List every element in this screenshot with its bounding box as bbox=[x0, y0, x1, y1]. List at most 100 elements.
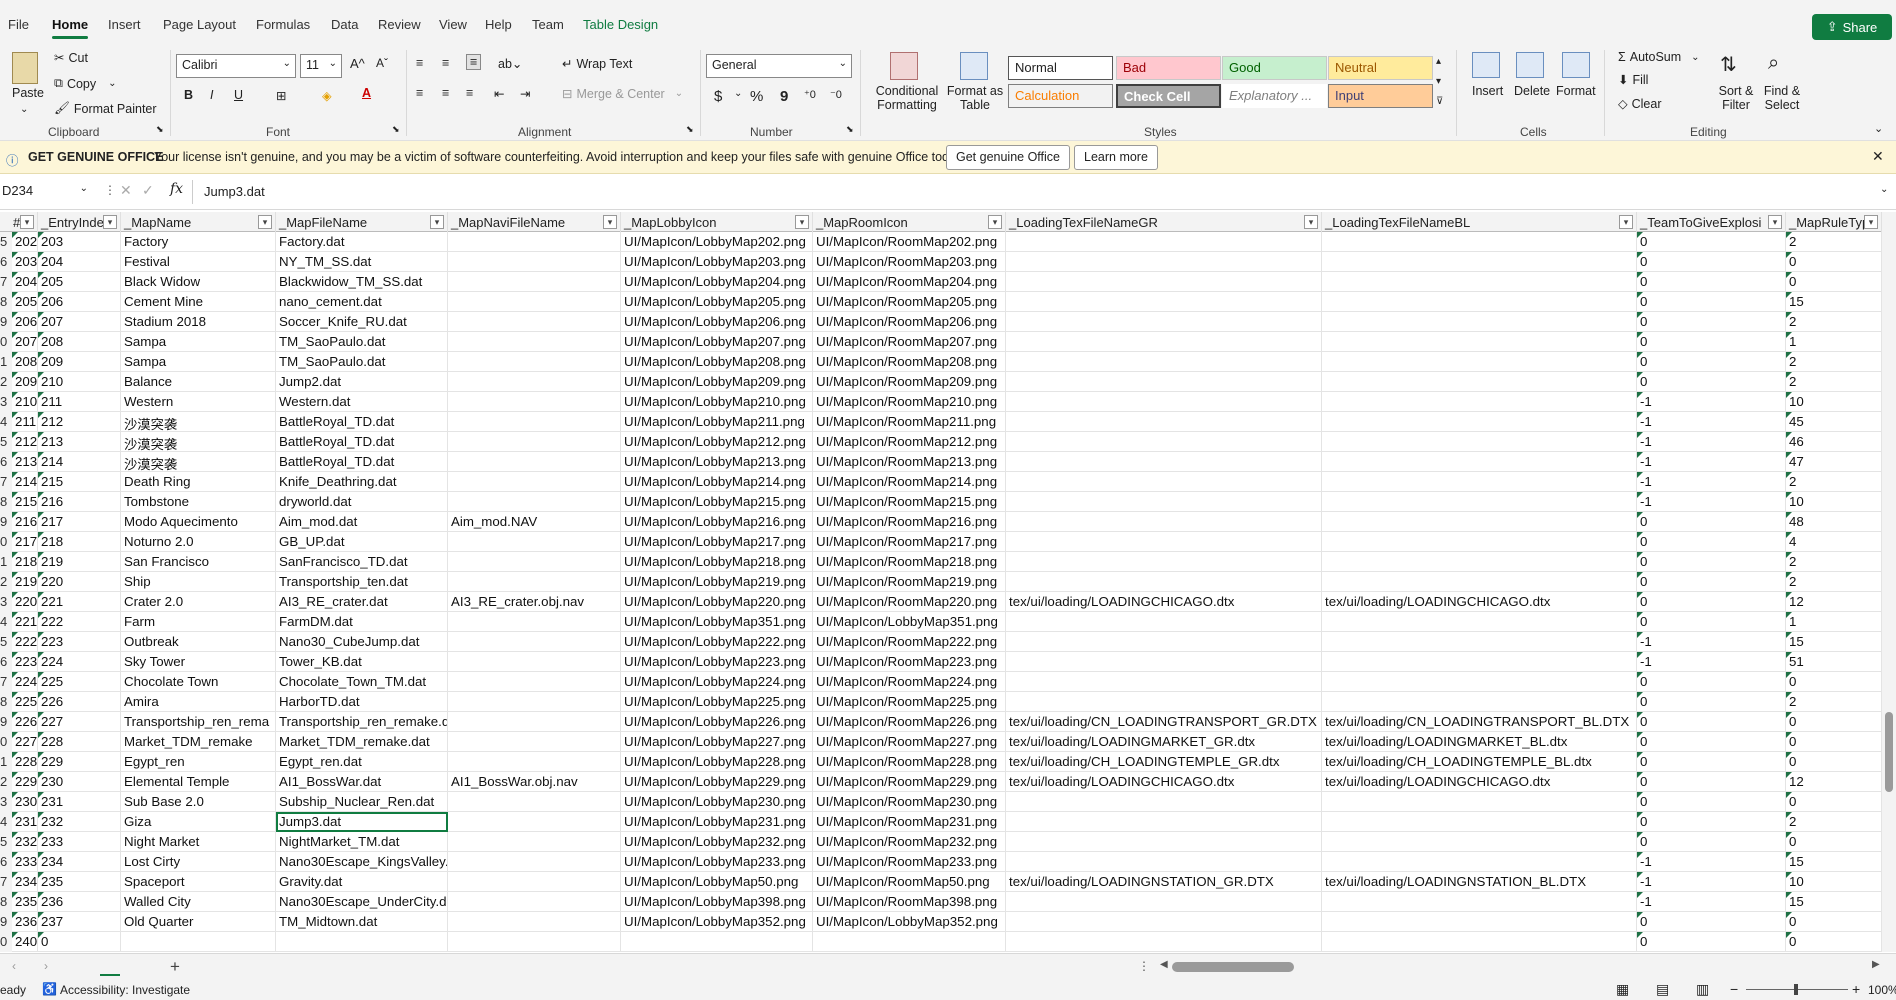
table-cell[interactable] bbox=[448, 832, 621, 852]
table-cell[interactable]: 218 bbox=[38, 532, 121, 552]
table-cell[interactable] bbox=[1006, 352, 1322, 372]
table-cell[interactable]: 227 bbox=[12, 732, 38, 752]
table-cell[interactable]: UI/MapIcon/RoomMap202.png bbox=[813, 232, 1006, 252]
table-cell[interactable] bbox=[1322, 932, 1637, 952]
table-cell[interactable]: 207 bbox=[12, 332, 38, 352]
table-cell[interactable]: Death Ring bbox=[121, 472, 276, 492]
delete-cells-button[interactable]: Delete bbox=[1514, 84, 1550, 98]
table-cell[interactable] bbox=[448, 472, 621, 492]
table-cell[interactable]: Jump3.dat bbox=[276, 812, 448, 832]
table-cell[interactable]: 205 bbox=[12, 292, 38, 312]
table-cell[interactable] bbox=[1322, 912, 1637, 932]
style-good[interactable]: Good bbox=[1222, 56, 1327, 80]
row-number[interactable]: 6 bbox=[0, 652, 12, 672]
font-color-icon[interactable]: A bbox=[362, 86, 371, 100]
table-cell[interactable]: Tower_KB.dat bbox=[276, 652, 448, 672]
tab-home[interactable]: Home bbox=[52, 17, 89, 39]
table-cell[interactable]: TM_SaoPaulo.dat bbox=[276, 352, 448, 372]
scroll-down-icon[interactable]: ▾ bbox=[1436, 76, 1441, 87]
table-cell[interactable]: UI/MapIcon/LobbyMap224.png bbox=[621, 672, 813, 692]
table-cell[interactable]: UI/MapIcon/RoomMap214.png bbox=[813, 472, 1006, 492]
table-cell[interactable] bbox=[1322, 692, 1637, 712]
table-cell[interactable] bbox=[1322, 432, 1637, 452]
table-cell[interactable]: 226 bbox=[12, 712, 38, 732]
table-cell[interactable]: -1 bbox=[1637, 392, 1786, 412]
table-cell[interactable] bbox=[1006, 812, 1322, 832]
table-cell[interactable] bbox=[448, 532, 621, 552]
align-right-icon[interactable]: ≡ bbox=[466, 86, 473, 100]
table-cell[interactable]: 219 bbox=[38, 552, 121, 572]
table-cell[interactable]: 0 bbox=[1637, 792, 1786, 812]
table-cell[interactable]: UI/MapIcon/LobbyMap226.png bbox=[621, 712, 813, 732]
table-cell[interactable]: Amira bbox=[121, 692, 276, 712]
table-cell[interactable] bbox=[448, 552, 621, 572]
comma-style-button[interactable]: 9 bbox=[780, 88, 788, 105]
get-genuine-office-button[interactable]: Get genuine Office bbox=[946, 145, 1071, 170]
table-cell[interactable]: tex/ui/loading/CN_LOADINGTRANSPORT_GR.DT… bbox=[1006, 712, 1322, 732]
table-cell[interactable]: UI/MapIcon/RoomMap219.png bbox=[813, 572, 1006, 592]
table-cell[interactable] bbox=[1322, 652, 1637, 672]
column-header[interactable]: _LoadingTexFileNameGR ▾ bbox=[1006, 212, 1322, 232]
table-cell[interactable]: 0 bbox=[1637, 752, 1786, 772]
row-number[interactable]: 5 bbox=[0, 432, 12, 452]
table-cell[interactable]: tex/ui/loading/LOADINGNSTATION_GR.DTX bbox=[1006, 872, 1322, 892]
row-number[interactable]: 7 bbox=[0, 872, 12, 892]
table-cell[interactable]: UI/MapIcon/LobbyMap50.png bbox=[621, 872, 813, 892]
table-cell[interactable]: UI/MapIcon/RoomMap205.png bbox=[813, 292, 1006, 312]
table-cell[interactable] bbox=[448, 452, 621, 472]
align-bottom-icon[interactable]: ≡ bbox=[466, 54, 482, 70]
table-cell[interactable] bbox=[1006, 392, 1322, 412]
table-cell[interactable] bbox=[1322, 572, 1637, 592]
table-cell[interactable] bbox=[1006, 252, 1322, 272]
prev-sheet-icon[interactable]: ‹ bbox=[12, 959, 16, 973]
table-cell[interactable] bbox=[448, 912, 621, 932]
table-cell[interactable]: UI/MapIcon/LobbyMap352.png bbox=[621, 912, 813, 932]
table-cell[interactable]: 0 bbox=[1637, 612, 1786, 632]
table-cell[interactable] bbox=[448, 652, 621, 672]
table-cell[interactable]: tex/ui/loading/LOADINGCHICAGO.dtx bbox=[1006, 772, 1322, 792]
table-cell[interactable]: 0 bbox=[1786, 912, 1882, 932]
table-cell[interactable] bbox=[1006, 532, 1322, 552]
table-cell[interactable] bbox=[448, 232, 621, 252]
name-box[interactable]: D234 ⌄ bbox=[0, 181, 92, 203]
row-number[interactable]: 9 bbox=[0, 712, 12, 732]
table-cell[interactable]: 211 bbox=[12, 412, 38, 432]
column-header[interactable]: _EntryInde ▾ bbox=[38, 212, 121, 232]
table-cell[interactable]: 48 bbox=[1786, 512, 1882, 532]
font-name-select[interactable]: Calibri ⌄ bbox=[176, 54, 296, 78]
horizontal-scrollbar[interactable] bbox=[1172, 962, 1872, 972]
tab-view[interactable]: View bbox=[439, 17, 467, 32]
clear-button[interactable]: ◇ Clear bbox=[1618, 96, 1662, 112]
table-cell[interactable]: 15 bbox=[1786, 852, 1882, 872]
table-cell[interactable]: -1 bbox=[1637, 872, 1786, 892]
table-cell[interactable]: 220 bbox=[12, 592, 38, 612]
column-header[interactable]: # ▾ bbox=[0, 212, 38, 232]
table-cell[interactable]: UI/MapIcon/LobbyMap207.png bbox=[621, 332, 813, 352]
table-cell[interactable] bbox=[621, 932, 813, 952]
row-number[interactable]: 0 bbox=[0, 532, 12, 552]
table-cell[interactable]: GB_UP.dat bbox=[276, 532, 448, 552]
table-cell[interactable]: UI/MapIcon/RoomMap210.png bbox=[813, 392, 1006, 412]
table-cell[interactable] bbox=[1006, 492, 1322, 512]
table-cell[interactable]: Outbreak bbox=[121, 632, 276, 652]
row-number[interactable]: 1 bbox=[0, 552, 12, 572]
table-cell[interactable]: Transportship_ren_remake.dat bbox=[276, 712, 448, 732]
table-cell[interactable]: 209 bbox=[12, 372, 38, 392]
row-number[interactable]: 8 bbox=[0, 892, 12, 912]
table-cell[interactable]: -1 bbox=[1637, 652, 1786, 672]
column-header[interactable]: _MapName ▾ bbox=[121, 212, 276, 232]
row-number[interactable]: 3 bbox=[0, 392, 12, 412]
zoom-level[interactable]: 100% bbox=[1868, 983, 1896, 997]
table-cell[interactable] bbox=[813, 932, 1006, 952]
increase-font-size-icon[interactable]: A^ bbox=[350, 56, 365, 71]
table-cell[interactable] bbox=[1006, 232, 1322, 252]
enter-check-icon[interactable]: ✓ bbox=[142, 182, 154, 199]
table-cell[interactable]: 205 bbox=[38, 272, 121, 292]
page-break-view-icon[interactable]: ▥ bbox=[1696, 981, 1709, 998]
table-cell[interactable]: 220 bbox=[38, 572, 121, 592]
insert-function-icon[interactable]: fx bbox=[170, 181, 183, 197]
currency-button[interactable]: $ bbox=[714, 88, 722, 105]
zoom-slider-thumb[interactable] bbox=[1794, 984, 1798, 995]
table-cell[interactable] bbox=[1006, 832, 1322, 852]
wrap-text-button[interactable]: ↵ Wrap Text bbox=[562, 56, 632, 72]
